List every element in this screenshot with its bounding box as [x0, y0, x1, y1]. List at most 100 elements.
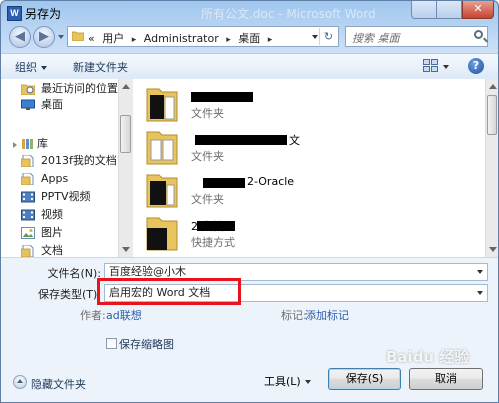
- sidebar-item-label: 图片: [41, 226, 63, 239]
- back-arrow-icon: ◀: [15, 29, 25, 44]
- file-type: 文件夹: [191, 150, 224, 163]
- folder-icon: [146, 88, 178, 122]
- sidebar-item-label: Apps: [41, 172, 69, 185]
- sidebar-item-label: 2013f我的文档: [41, 154, 117, 167]
- save-thumbnail-checkbox[interactable]: [106, 338, 117, 349]
- folder-icon: [72, 31, 84, 41]
- tags-field[interactable]: 添加标记: [305, 307, 349, 323]
- organize-label: 组织: [15, 61, 37, 74]
- refresh-icon: ↻: [323, 30, 334, 43]
- breadcrumb-desktop[interactable]: 桌面: [238, 32, 260, 45]
- file-name: 文: [289, 134, 300, 147]
- redaction-bar: [195, 135, 287, 145]
- file-list: 文件夹 文 文件夹 2-Oracle 文件夹 2 文档 快捷方式: [133, 79, 485, 257]
- tags-label: 标记:: [281, 309, 307, 322]
- minimize-button[interactable]: [411, 1, 437, 19]
- save-button[interactable]: 保存(S): [328, 368, 401, 390]
- sidebar-item-label: 视频: [41, 208, 63, 221]
- hide-folders-button[interactable]: 隐藏文件夹: [31, 376, 86, 392]
- sidebar-item-label: PPTV视频: [41, 190, 91, 203]
- close-button[interactable]: ✕: [462, 1, 494, 19]
- scroll-up-icon[interactable]: [122, 84, 130, 89]
- forward-button[interactable]: ▶: [33, 26, 55, 48]
- file-type: 文件夹: [191, 193, 224, 206]
- view-options-icon[interactable]: [423, 59, 438, 72]
- redaction-bar: [191, 92, 253, 102]
- breadcrumb-separator-icon[interactable]: ▸: [268, 35, 273, 45]
- file-type: 快捷方式: [191, 236, 235, 249]
- tools-label: 工具(L): [264, 375, 301, 388]
- document-library-icon: [21, 173, 34, 185]
- scroll-down-icon[interactable]: [122, 247, 130, 252]
- breadcrumb-separator-icon[interactable]: ▸: [132, 35, 137, 45]
- address-dropdown-icon[interactable]: [312, 35, 318, 39]
- cancel-button[interactable]: 取消: [409, 368, 483, 390]
- breadcrumb-administrator[interactable]: Administrator: [144, 32, 219, 45]
- close-icon: ✕: [473, 2, 483, 15]
- save-as-dialog: W 另存为 所有公文.doc - Microsoft Word ✕ ◀ ▶ « …: [0, 0, 499, 403]
- address-bar[interactable]: « 用户 ▸ Administrator ▸ 桌面 ▸ ↻: [67, 26, 339, 47]
- new-folder-button[interactable]: 新建文件夹: [73, 59, 128, 75]
- hide-folders-icon[interactable]: [13, 375, 27, 389]
- sidebar-item-label: 文档: [41, 244, 63, 257]
- recent-pages-dropdown[interactable]: [58, 35, 64, 39]
- background-window-title: 所有公文.doc - Microsoft Word: [201, 7, 376, 21]
- navigation-pane: 最近访问的位置 桌面 库 2013f我的文档 Apps PPTV视频 视频 图片…: [1, 79, 118, 257]
- breadcrumb-users[interactable]: 用户: [102, 32, 124, 45]
- scrollbar-thumb[interactable]: [120, 115, 131, 153]
- chevron-down-icon[interactable]: [477, 270, 483, 274]
- desktop-icon: [21, 99, 35, 110]
- list-item[interactable]: 2-Oracle 文件夹: [145, 169, 475, 213]
- picture-library-icon: [21, 227, 35, 239]
- redaction-bar: [203, 178, 245, 188]
- back-button[interactable]: ◀: [9, 26, 31, 48]
- video-library-icon: [21, 209, 35, 221]
- list-item[interactable]: 文件夹: [145, 83, 475, 127]
- forward-arrow-icon: ▶: [39, 29, 49, 44]
- chevron-down-icon: [41, 66, 47, 70]
- navigation-row: ◀ ▶ « 用户 ▸ Administrator ▸ 桌面 ▸ ↻ 搜索 桌面: [1, 25, 498, 53]
- author-field[interactable]: ad联想: [106, 307, 142, 323]
- refresh-button[interactable]: ↻: [319, 28, 337, 45]
- chevron-down-icon[interactable]: [477, 291, 483, 295]
- document-library-icon: [21, 155, 34, 167]
- search-box[interactable]: 搜索 桌面: [345, 26, 488, 47]
- scroll-down-icon[interactable]: [489, 247, 497, 252]
- save-options-panel: 文件名(N): 百度经验@小木 保存类型(T): 启用宏的 Word 文档 作者…: [1, 257, 498, 402]
- list-item[interactable]: 2 文档 快捷方式: [145, 212, 475, 256]
- search-input[interactable]: 搜索 桌面: [352, 30, 400, 46]
- browse-area: 最近访问的位置 桌面 库 2013f我的文档 Apps PPTV视频 视频 图片…: [1, 79, 498, 257]
- chevron-down-icon: [304, 380, 311, 384]
- file-type: 文件夹: [191, 107, 224, 120]
- watermark: Baidu 经验: [386, 348, 470, 366]
- save-thumbnail-label[interactable]: 保存缩略图: [119, 336, 174, 352]
- help-icon[interactable]: ?: [468, 58, 484, 74]
- highlight-box: [97, 278, 241, 305]
- filename-label: 文件名(N):: [47, 267, 101, 280]
- folder-icon: [146, 174, 178, 208]
- file-type-label: 保存类型(T):: [37, 288, 101, 301]
- breadcrumb-overflow[interactable]: «: [88, 32, 95, 45]
- sidebar-item-label: 桌面: [41, 98, 63, 111]
- navigation-pane-scrollbar[interactable]: [118, 79, 133, 257]
- sidebar-item-label: 最近访问的位置: [41, 82, 118, 95]
- file-list-scrollbar[interactable]: [485, 79, 498, 257]
- shortcut-icon: [146, 217, 178, 251]
- command-bar: 组织 新建文件夹 ?: [1, 53, 498, 80]
- list-item[interactable]: 文 文件夹: [145, 126, 475, 170]
- scroll-up-icon[interactable]: [489, 84, 497, 89]
- video-library-icon: [21, 191, 35, 203]
- expand-library-icon[interactable]: [13, 142, 17, 148]
- maximize-button[interactable]: [437, 1, 462, 19]
- library-icon: [22, 139, 33, 149]
- scrollbar-thumb[interactable]: [487, 95, 497, 135]
- view-dropdown-icon[interactable]: [443, 65, 449, 69]
- breadcrumb: « 用户 ▸ Administrator ▸ 桌面 ▸: [88, 30, 276, 46]
- breadcrumb-separator-icon[interactable]: ▸: [226, 35, 231, 45]
- organize-menu[interactable]: 组织: [15, 59, 47, 75]
- title-bar: W 另存为 所有公文.doc - Microsoft Word ✕: [1, 1, 498, 25]
- tools-menu[interactable]: 工具(L): [264, 373, 311, 389]
- caption-buttons: ✕: [411, 1, 494, 20]
- file-name: 2-Oracle: [247, 175, 295, 188]
- file-name: 2 文档: [191, 220, 224, 233]
